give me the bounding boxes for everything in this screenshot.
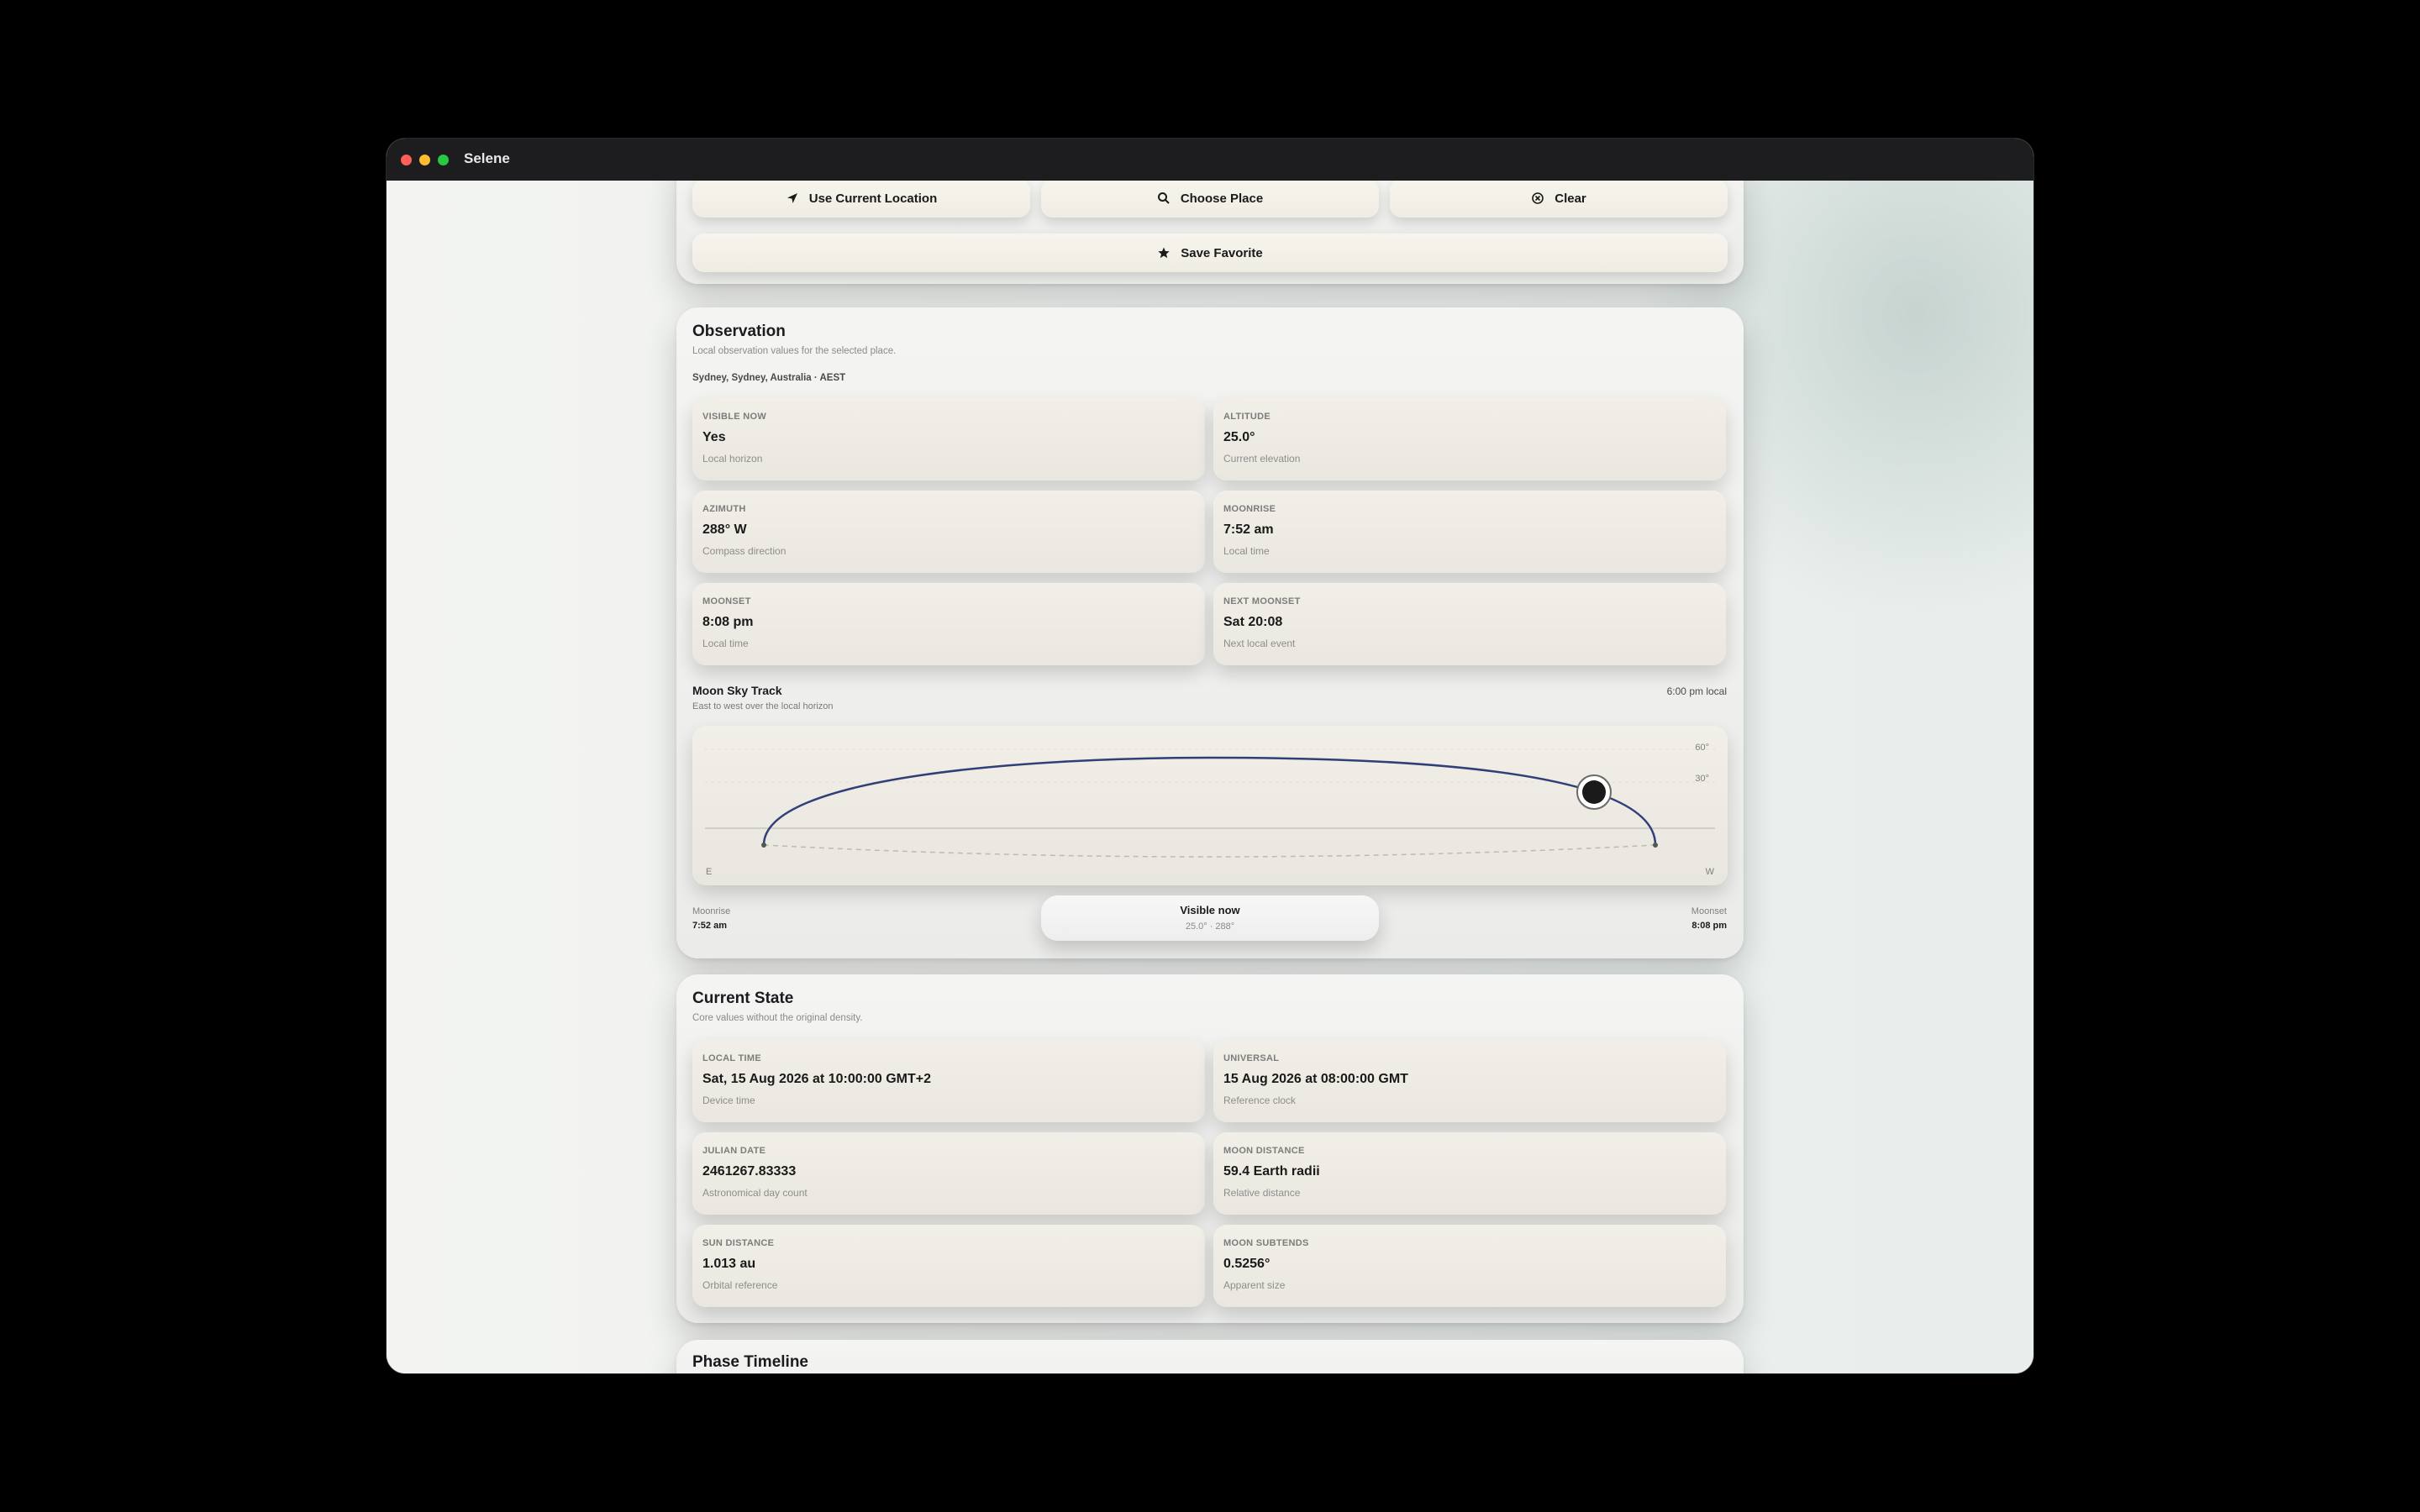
card-note: Local horizon bbox=[702, 453, 763, 465]
sky-track-chart: 60° 30° E W bbox=[692, 726, 1728, 885]
card-value: 8:08 pm bbox=[702, 615, 754, 629]
card-label: VISIBLE NOW bbox=[702, 412, 767, 422]
clear-label: Clear bbox=[1555, 191, 1586, 206]
card-value: 7:52 am bbox=[1223, 522, 1274, 537]
app-window: Selene Use Current Location Choose Place… bbox=[387, 139, 2033, 1373]
local-time-card: LOCAL TIME Sat, 15 Aug 2026 at 10:00:00 … bbox=[692, 1040, 1205, 1122]
card-note: Next local event bbox=[1223, 638, 1296, 649]
card-label: UNIVERSAL bbox=[1223, 1053, 1280, 1063]
moonrise-marker bbox=[761, 843, 766, 848]
save-favorite-button[interactable]: Save Favorite bbox=[692, 234, 1728, 272]
moon-position-icon bbox=[1582, 780, 1606, 804]
moon-distance-card: MOON DISTANCE 59.4 Earth radii Relative … bbox=[1213, 1132, 1726, 1215]
moonset-caption-time: 8:08 pm bbox=[1691, 921, 1727, 931]
current-state-panel: Current State Core values without the or… bbox=[676, 974, 1744, 1323]
observation-title: Observation bbox=[692, 323, 786, 340]
card-value: 0.5256° bbox=[1223, 1257, 1270, 1271]
card-note: Local time bbox=[702, 638, 749, 649]
card-label: MOONSET bbox=[702, 596, 751, 606]
moonrise-caption: Moonrise bbox=[692, 906, 731, 916]
visibility-status-detail: 25.0° · 288° bbox=[1185, 921, 1235, 932]
moon-subtends-card: MOON SUBTENDS 0.5256° Apparent size bbox=[1213, 1225, 1726, 1307]
card-label: LOCAL TIME bbox=[702, 1053, 762, 1063]
sky-track-time: 6:00 pm local bbox=[1666, 685, 1727, 697]
window-title: Selene bbox=[464, 150, 510, 166]
moonset-card: MOONSET 8:08 pm Local time bbox=[692, 583, 1205, 665]
sky-track-subtitle: East to west over the local horizon bbox=[692, 701, 834, 711]
card-note: Device time bbox=[702, 1095, 755, 1106]
card-value: Sat, 15 Aug 2026 at 10:00:00 GMT+2 bbox=[702, 1072, 931, 1086]
observation-subtitle: Local observation values for the selecte… bbox=[692, 346, 897, 356]
use-current-location-button[interactable]: Use Current Location bbox=[692, 181, 1030, 218]
sky-track-svg bbox=[705, 748, 1715, 858]
altitude-card: ALTITUDE 25.0° Current elevation bbox=[1213, 398, 1726, 480]
minimize-window-button[interactable] bbox=[419, 155, 430, 165]
card-note: Apparent size bbox=[1223, 1279, 1286, 1291]
location-panel: Use Current Location Choose Place Clear … bbox=[676, 181, 1744, 284]
visibility-status-pill: Visible now 25.0° · 288° bbox=[1041, 895, 1379, 941]
card-note: Reference clock bbox=[1223, 1095, 1297, 1106]
card-value: 25.0° bbox=[1223, 430, 1255, 444]
axis-label-30: 30° bbox=[1695, 774, 1709, 784]
choose-place-label: Choose Place bbox=[1180, 191, 1264, 206]
card-value: Yes bbox=[702, 430, 726, 444]
sun-distance-card: SUN DISTANCE 1.013 au Orbital reference bbox=[692, 1225, 1205, 1307]
choose-place-button[interactable]: Choose Place bbox=[1041, 181, 1379, 218]
card-value: 59.4 Earth radii bbox=[1223, 1164, 1320, 1179]
use-current-location-label: Use Current Location bbox=[808, 191, 938, 206]
title-bar: Selene bbox=[387, 139, 2033, 181]
clear-button[interactable]: Clear bbox=[1390, 181, 1728, 218]
east-label: E bbox=[706, 867, 713, 877]
scroll-content[interactable]: Use Current Location Choose Place Clear … bbox=[387, 181, 2033, 1373]
card-value: 1.013 au bbox=[702, 1257, 756, 1271]
card-value: 2461267.83333 bbox=[702, 1164, 797, 1179]
save-favorite-label: Save Favorite bbox=[1181, 245, 1263, 260]
observation-place: Sydney, Sydney, Australia · AEST bbox=[692, 373, 846, 383]
moonrise-card: MOONRISE 7:52 am Local time bbox=[1213, 491, 1726, 573]
axis-label-60: 60° bbox=[1695, 743, 1709, 753]
sky-track-title: Moon Sky Track bbox=[692, 684, 782, 697]
visible-now-card: VISIBLE NOW Yes Local horizon bbox=[692, 398, 1205, 480]
card-note: Relative distance bbox=[1223, 1187, 1301, 1199]
moonrise-caption-time: 7:52 am bbox=[692, 921, 727, 931]
universal-time-card: UNIVERSAL 15 Aug 2026 at 08:00:00 GMT Re… bbox=[1213, 1040, 1726, 1122]
visibility-status: Visible now bbox=[1180, 904, 1240, 916]
julian-date-card: JULIAN DATE 2461267.83333 Astronomical d… bbox=[692, 1132, 1205, 1215]
moonset-caption: Moonset bbox=[1691, 906, 1727, 916]
clear-circle-icon bbox=[1532, 192, 1544, 204]
card-note: Compass direction bbox=[702, 545, 786, 557]
card-value: Sat 20:08 bbox=[1223, 615, 1283, 629]
current-state-subtitle: Core values without the original density… bbox=[692, 1013, 863, 1023]
card-label: AZIMUTH bbox=[702, 504, 746, 514]
card-value: 288° W bbox=[702, 522, 747, 537]
card-label: NEXT MOONSET bbox=[1223, 596, 1301, 606]
phase-timeline-panel: Phase Timeline bbox=[676, 1340, 1744, 1373]
card-value: 15 Aug 2026 at 08:00:00 GMT bbox=[1223, 1072, 1408, 1086]
next-moonset-card: NEXT MOONSET Sat 20:08 Next local event bbox=[1213, 583, 1726, 665]
card-note: Current elevation bbox=[1223, 453, 1301, 465]
current-state-title: Current State bbox=[692, 990, 794, 1007]
card-label: JULIAN DATE bbox=[702, 1146, 766, 1156]
card-note: Local time bbox=[1223, 545, 1270, 557]
card-label: MOON DISTANCE bbox=[1223, 1146, 1305, 1156]
phase-timeline-title: Phase Timeline bbox=[692, 1353, 808, 1371]
card-label: MOON SUBTENDS bbox=[1223, 1238, 1309, 1248]
azimuth-card: AZIMUTH 288° W Compass direction bbox=[692, 491, 1205, 573]
moonset-marker bbox=[1653, 843, 1658, 848]
below-horizon-path bbox=[763, 844, 1656, 858]
zoom-window-button[interactable] bbox=[438, 155, 449, 165]
card-note: Astronomical day count bbox=[702, 1187, 808, 1199]
card-note: Orbital reference bbox=[702, 1279, 778, 1291]
location-arrow-icon bbox=[786, 193, 797, 203]
close-window-button[interactable] bbox=[401, 155, 412, 165]
west-label: W bbox=[1705, 867, 1714, 877]
search-icon bbox=[1157, 192, 1170, 204]
card-label: MOONRISE bbox=[1223, 504, 1276, 514]
card-label: SUN DISTANCE bbox=[702, 1238, 775, 1248]
moon-track-path bbox=[762, 756, 1657, 846]
star-icon bbox=[1158, 247, 1170, 259]
observation-panel: Observation Local observation values for… bbox=[676, 307, 1744, 958]
card-label: ALTITUDE bbox=[1223, 412, 1270, 422]
